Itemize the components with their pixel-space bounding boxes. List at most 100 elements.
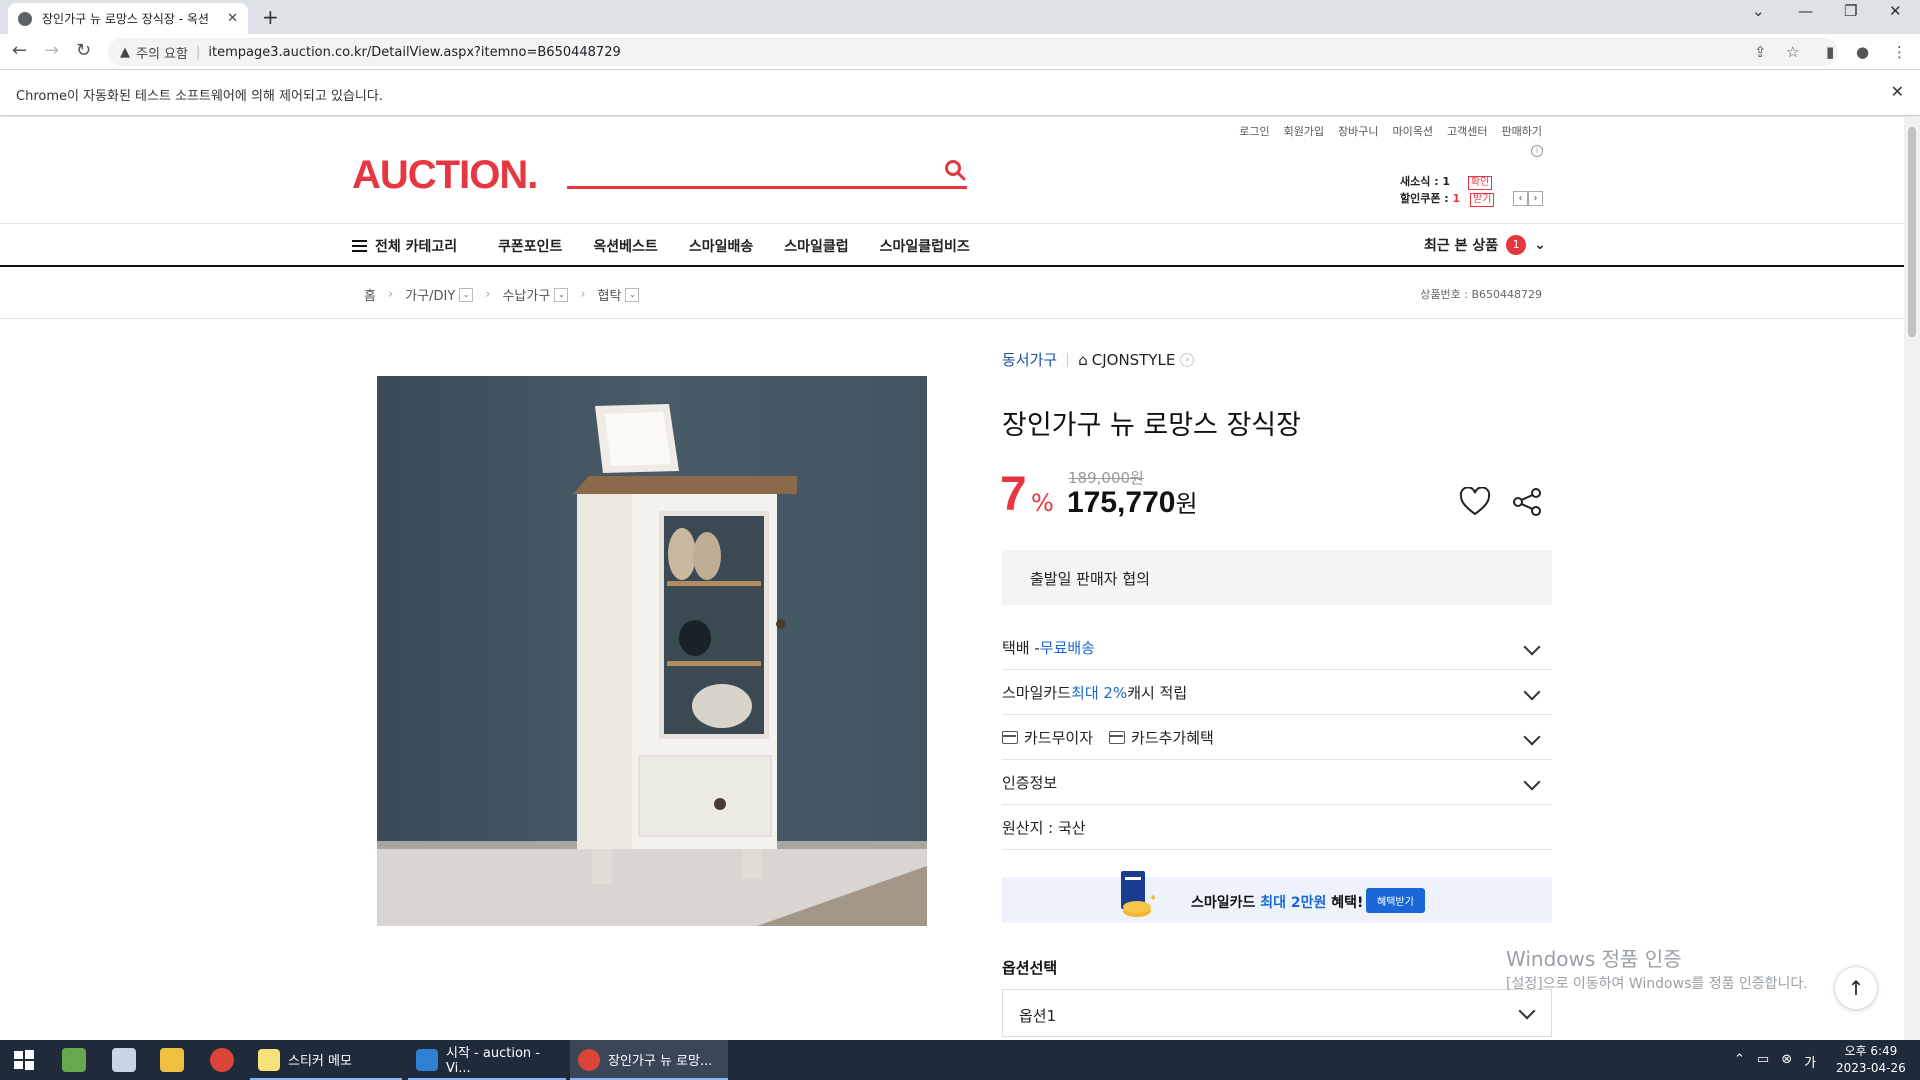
option-label: 옵션선택	[1002, 959, 1058, 977]
coupon-count: 1	[1452, 192, 1461, 205]
breadcrumb-level-1[interactable]: 가구/DIY	[405, 285, 455, 304]
card-benefit-row[interactable]: 카드무이자 카드추가혜택	[1002, 715, 1552, 760]
volume-mute-icon[interactable]: ⊗	[1781, 1052, 1792, 1071]
share-page-icon[interactable]: ⇪	[1754, 43, 1767, 61]
prev-arrow-icon[interactable]: ‹	[1513, 191, 1528, 206]
option-value: 옵션1	[1019, 1007, 1057, 1025]
search-input[interactable]	[567, 186, 967, 189]
nav-smile-club[interactable]: 스마일클럽	[784, 236, 848, 256]
nav-smile-delivery[interactable]: 스마일배송	[689, 236, 753, 256]
smilecard-prefix: 스마일카드	[1002, 683, 1072, 702]
taskbar-chrome-window[interactable]: 장인가구 뉴 로망...	[570, 1040, 728, 1080]
myauction-link[interactable]: 마이옥션	[1393, 123, 1433, 139]
customer-center-link[interactable]: 고객센터	[1447, 123, 1487, 139]
security-label[interactable]: 주의 요함	[136, 43, 188, 62]
scroll-to-top-button[interactable]: ↑	[1834, 966, 1878, 1010]
taskbar-item-label: 스티커 메모	[288, 1053, 352, 1069]
clock[interactable]: 오후 6:49 2023-04-26	[1836, 1043, 1906, 1077]
nav-auction-best[interactable]: 옥션베스트	[593, 236, 657, 256]
maps-app-icon[interactable]	[62, 1048, 86, 1072]
smilecard-banner[interactable]: ✦ 스마일카드 최대 2만원 혜택! 혜택받기	[1002, 871, 1552, 923]
shipping-row[interactable]: 택배 - 무료배송	[1002, 625, 1552, 670]
nav-coupon-point[interactable]: 쿠폰포인트	[498, 236, 562, 256]
info-icon[interactable]: i	[1531, 145, 1543, 157]
smilecard-row[interactable]: 스마일카드 최대 2% 캐시 적립	[1002, 670, 1552, 715]
network-icon[interactable]: ▭	[1757, 1052, 1769, 1071]
windows-activation-watermark: Windows 정품 인증 [설정]으로 이동하여 Windows를 정품 인증…	[1506, 947, 1808, 997]
minimize-icon[interactable]: —	[1798, 2, 1813, 20]
chevron-down-icon	[1523, 728, 1541, 746]
seller-divider	[1067, 352, 1069, 367]
chevron-down-icon: ⌄	[1534, 237, 1546, 253]
new-tab-button[interactable]: +	[262, 5, 279, 29]
nav-smile-club-biz[interactable]: 스마일클럽비즈	[880, 236, 970, 256]
breadcrumb-items: 홈 › 가구/DIY ⌄ › 수납가구 ⌄ › 협탁 ⌄	[364, 285, 640, 304]
news-coupon-box: 새소식 : 1 확인 할인쿠폰 : 1 받기	[1400, 173, 1495, 207]
address-bar[interactable]: ▲ 주의 요함 | itempage3.auction.co.kr/Detail…	[108, 38, 1838, 66]
chevron-right-icon[interactable]: ›	[1180, 352, 1195, 367]
share-icon[interactable]	[1512, 487, 1542, 517]
bookmark-star-icon[interactable]: ☆	[1786, 43, 1799, 61]
tab-close-icon[interactable]: ✕	[227, 11, 238, 26]
menu-kebab-icon[interactable]: ⋮	[1892, 43, 1907, 61]
warning-icon[interactable]: ▲	[120, 45, 130, 60]
certification-row[interactable]: 인증정보	[1002, 760, 1552, 805]
restore-icon[interactable]: ❐	[1844, 2, 1857, 20]
all-category-button[interactable]: 전체 카테고리	[352, 236, 457, 256]
tray-expand-icon[interactable]: ⌃	[1734, 1052, 1745, 1071]
control-panel-icon[interactable]	[112, 1048, 136, 1072]
scrollbar-thumb[interactable]	[1908, 127, 1916, 337]
news-pager: ‹ ›	[1513, 191, 1543, 206]
profile-icon[interactable]: ●	[1856, 43, 1869, 61]
page-scrollbar[interactable]	[1904, 117, 1920, 1040]
news-confirm-button[interactable]: 확인	[1467, 176, 1493, 190]
recent-viewed-button[interactable]: 최근 본 상품 1 ⌄	[1424, 235, 1546, 255]
file-explorer-icon[interactable]	[160, 1048, 184, 1072]
coupon-receive-button[interactable]: 받기	[1470, 193, 1495, 207]
side-panel-icon[interactable]: ▮	[1826, 43, 1834, 61]
breadcrumb-home[interactable]: 홈	[364, 285, 376, 304]
home-icon[interactable]: ⌂	[1078, 351, 1088, 369]
back-icon[interactable]: ←	[12, 40, 27, 61]
signup-link[interactable]: 회원가입	[1284, 123, 1324, 139]
url-text[interactable]: itempage3.auction.co.kr/DetailView.aspx?…	[208, 45, 620, 60]
forward-icon[interactable]: →	[44, 40, 59, 61]
banner-benefit-button[interactable]: 혜택받기	[1366, 888, 1425, 913]
hamburger-icon	[352, 240, 367, 252]
windows-start-icon[interactable]	[12, 1048, 36, 1072]
reload-icon[interactable]: ↻	[76, 40, 91, 61]
sell-link[interactable]: 판매하기	[1502, 123, 1542, 139]
next-arrow-icon[interactable]: ›	[1528, 191, 1543, 206]
sale-price-value: 175,770	[1067, 486, 1176, 519]
chrome-icon[interactable]	[210, 1048, 234, 1072]
automation-infobar: Chrome이 자동화된 테스트 소프트웨어에 의해 제어되고 있습니다. ✕	[0, 70, 1920, 116]
taskbar-vscode[interactable]: 시작 - auction - Vi...	[408, 1040, 566, 1080]
store-link[interactable]: CJONSTYLE	[1092, 351, 1176, 369]
smilecard-highlight: 최대 2%	[1071, 683, 1128, 702]
breadcrumb-level-3[interactable]: 협탁	[598, 285, 622, 304]
breadcrumb-level-2[interactable]: 수납가구	[502, 285, 550, 304]
cart-link[interactable]: 장바구니	[1338, 123, 1378, 139]
option-select[interactable]: 옵션1	[1002, 989, 1552, 1037]
discount-rate: 7	[1000, 468, 1027, 521]
taskbar-sticky-notes[interactable]: 스티커 메모	[250, 1040, 402, 1080]
ime-icon[interactable]: 가	[1804, 1052, 1816, 1071]
heart-icon[interactable]	[1459, 487, 1491, 517]
sale-price-unit: 원	[1175, 491, 1198, 518]
chevron-down-icon	[1523, 638, 1541, 656]
tab-search-icon[interactable]: ⌄	[1752, 2, 1765, 20]
browser-tab[interactable]: 장인가구 뉴 로망스 장식장 - 옥션 ✕	[8, 3, 248, 34]
breadcrumb-dropdown-icon[interactable]: ⌄	[554, 287, 569, 302]
search-icon[interactable]	[944, 159, 966, 181]
site-logo[interactable]: AUCTION.	[352, 153, 538, 198]
close-window-icon[interactable]: ✕	[1889, 2, 1902, 20]
product-image[interactable]	[377, 376, 927, 926]
breadcrumb-dropdown-icon[interactable]: ⌄	[625, 287, 640, 302]
all-category-label: 전체 카테고리	[375, 239, 458, 255]
login-link[interactable]: 로그인	[1239, 123, 1269, 139]
breadcrumb-dropdown-icon[interactable]: ⌄	[459, 287, 474, 302]
brand-link[interactable]: 동서가구	[1002, 349, 1057, 370]
benefit-rows: 택배 - 무료배송 스마일카드 최대 2% 캐시 적립 카드무이자 카드추가혜택…	[1002, 625, 1552, 850]
infobar-message: Chrome이 자동화된 테스트 소프트웨어에 의해 제어되고 있습니다.	[16, 89, 383, 104]
infobar-close-icon[interactable]: ✕	[1891, 82, 1904, 101]
